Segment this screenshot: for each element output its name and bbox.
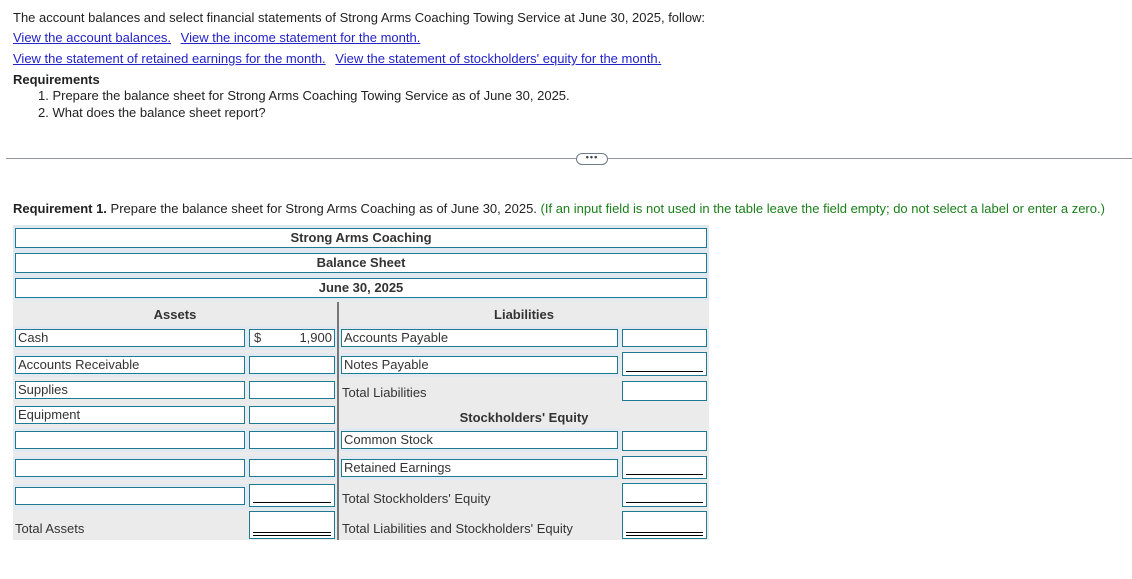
statement-title-field[interactable]: Balance Sheet xyxy=(15,253,707,273)
total-assets-input[interactable] xyxy=(249,511,335,539)
liabilities-heading: Liabilities xyxy=(494,307,554,322)
asset-amount-input-accounts-receivable[interactable] xyxy=(249,356,335,374)
asset-label-input-cash[interactable]: Cash xyxy=(15,329,245,347)
links-row-1: View the account balances. View the inco… xyxy=(13,30,420,45)
equity-amount-input-common-stock[interactable] xyxy=(622,431,707,451)
statement-date-field[interactable]: June 30, 2025 xyxy=(15,278,707,298)
intro-text: The account balances and select financia… xyxy=(13,10,706,25)
equity-label-input-retained-earnings[interactable]: Retained Earnings xyxy=(341,459,618,477)
expand-button[interactable]: ••• xyxy=(576,153,608,165)
asset-amount-input-equipment[interactable] xyxy=(249,406,335,424)
requirement-1-hint: (If an input field is not used in the ta… xyxy=(536,201,1105,216)
view-account-balances-link[interactable]: View the account balances. xyxy=(13,30,171,45)
ellipsis-icon: ••• xyxy=(585,152,599,162)
equity-label-input-common-stock[interactable]: Common Stock xyxy=(341,431,618,449)
asset-amount-input-cash[interactable]: $ 1,900 xyxy=(249,329,335,347)
liability-label-input-notes-payable[interactable]: Notes Payable xyxy=(341,356,618,374)
asset-label-input-7[interactable] xyxy=(15,487,245,505)
asset-amount-input-5[interactable] xyxy=(249,431,335,449)
stockholders-equity-heading: Stockholders' Equity xyxy=(459,410,589,425)
total-liabilities-equity-input[interactable] xyxy=(622,511,707,539)
asset-amount-input-supplies[interactable] xyxy=(249,381,335,399)
total-liabilities-equity-label: Total Liabilities and Stockholders' Equi… xyxy=(342,521,573,536)
view-retained-earnings-link[interactable]: View the statement of retained earnings … xyxy=(13,51,326,66)
total-assets-label: Total Assets xyxy=(15,521,85,536)
liability-amount-input-accounts-payable[interactable] xyxy=(622,329,707,347)
requirement-1-label: Requirement 1. xyxy=(13,201,107,216)
requirement-item-1: 1. Prepare the balance sheet for Strong … xyxy=(38,88,570,103)
asset-label-input-supplies[interactable]: Supplies xyxy=(15,381,245,399)
requirement-1-text: Prepare the balance sheet for Strong Arm… xyxy=(106,201,537,216)
equity-amount-input-retained-earnings[interactable] xyxy=(622,456,707,479)
requirements-title: Requirements xyxy=(13,72,100,87)
view-stockholders-equity-link[interactable]: View the statement of stockholders' equi… xyxy=(335,51,661,66)
liability-amount-input-notes-payable[interactable] xyxy=(622,352,707,376)
company-name-field[interactable]: Strong Arms Coaching xyxy=(15,228,707,248)
total-equity-input[interactable] xyxy=(622,483,707,507)
asset-label-input-6[interactable] xyxy=(15,459,245,477)
requirement-item-2: 2. What does the balance sheet report? xyxy=(38,105,266,120)
asset-amount-input-6[interactable] xyxy=(249,459,335,477)
asset-amount-input-7[interactable] xyxy=(249,484,335,507)
links-row-2: View the statement of retained earnings … xyxy=(13,51,661,66)
requirement-1-prompt: Requirement 1. Prepare the balance sheet… xyxy=(13,201,1105,216)
total-liabilities-input[interactable] xyxy=(622,381,707,401)
total-equity-label: Total Stockholders' Equity xyxy=(342,491,491,506)
view-income-statement-link[interactable]: View the income statement for the month. xyxy=(181,30,421,45)
currency-symbol: $ xyxy=(254,330,262,345)
liability-label-input-accounts-payable[interactable]: Accounts Payable xyxy=(341,329,618,347)
total-liabilities-label: Total Liabilities xyxy=(342,385,427,400)
assets-heading: Assets xyxy=(153,307,197,322)
asset-label-input-accounts-receivable[interactable]: Accounts Receivable xyxy=(15,356,245,374)
asset-label-input-5[interactable] xyxy=(15,431,245,449)
asset-label-input-equipment[interactable]: Equipment xyxy=(15,406,245,424)
asset-amount-value: 1,900 xyxy=(299,330,332,345)
section-divider xyxy=(6,158,1132,159)
